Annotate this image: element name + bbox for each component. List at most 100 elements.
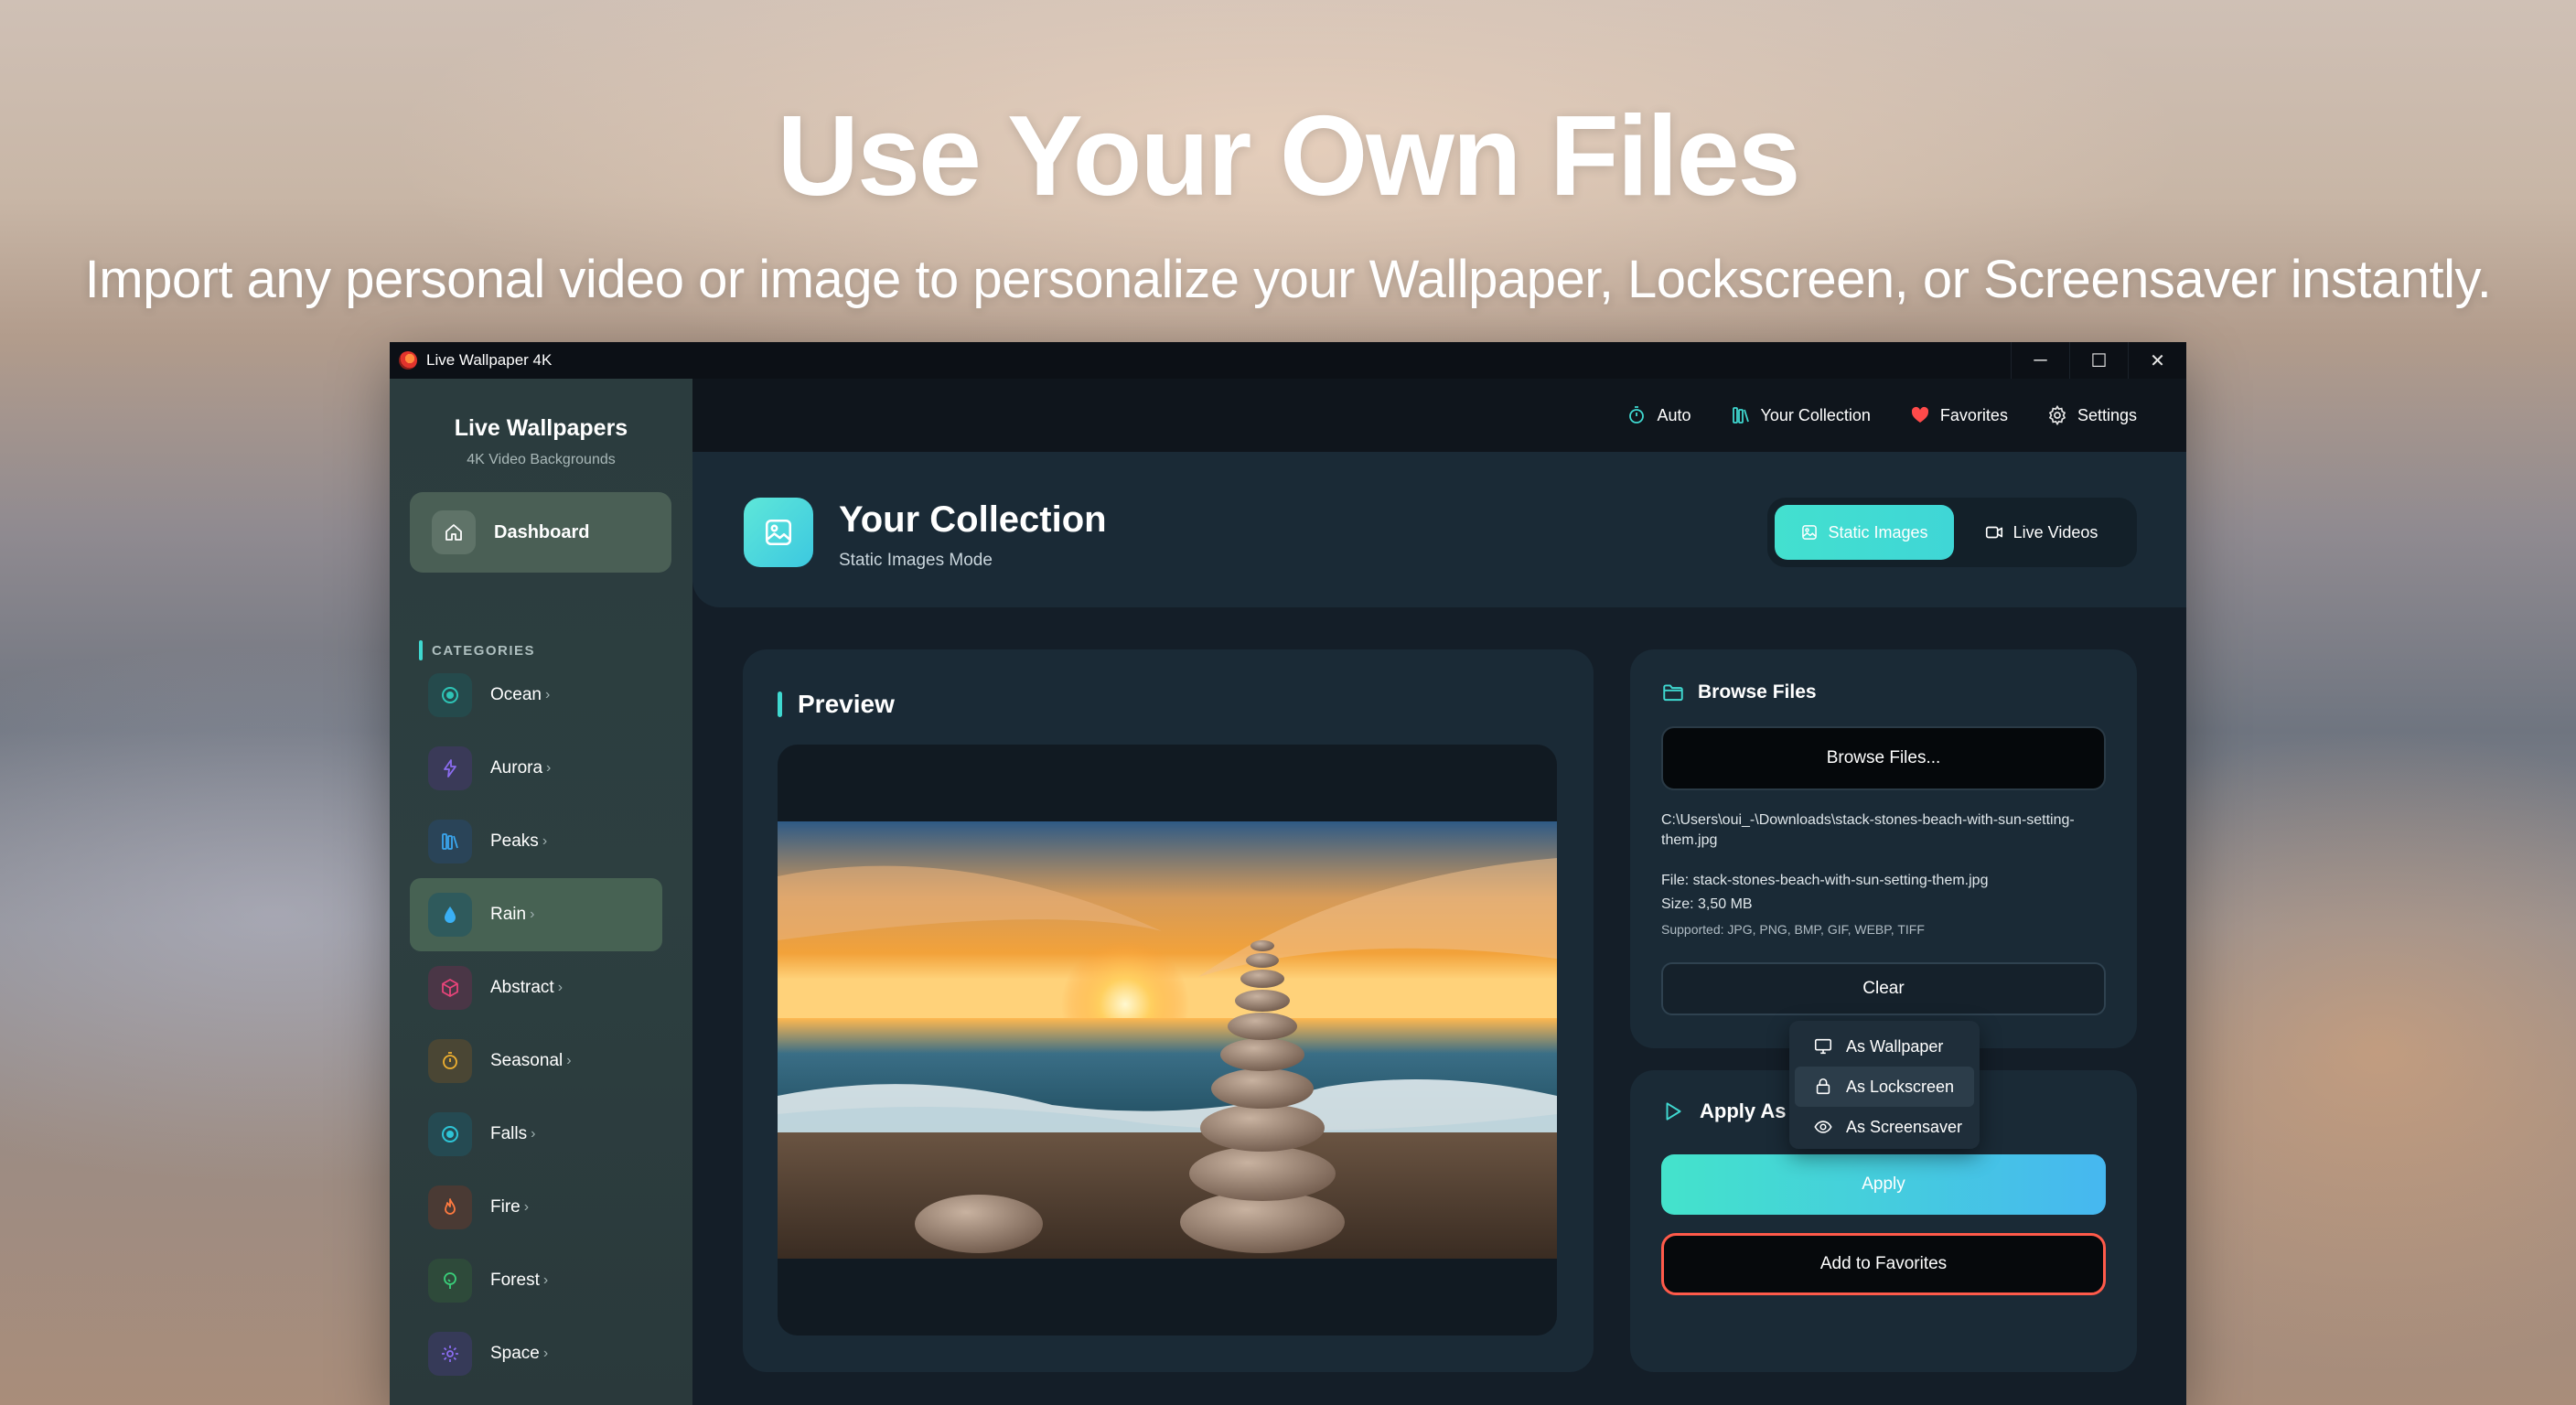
apply-button[interactable]: Apply xyxy=(1661,1154,2106,1215)
sidebar-item-ocean[interactable]: Ocean › xyxy=(410,659,662,732)
chevron-right-icon: › xyxy=(523,1199,530,1215)
file-size: Size: 3,50 MB xyxy=(1661,896,1753,912)
clear-button[interactable]: Clear xyxy=(1661,962,2106,1015)
tab-live-videos-label: Live Videos xyxy=(2012,522,2098,542)
sidebar-item-label: Fire xyxy=(490,1197,521,1217)
sidebar-item-label: Rain xyxy=(490,905,527,924)
eye-icon xyxy=(1814,1121,1832,1133)
sidebar-item-aurora[interactable]: Aurora › xyxy=(410,732,662,805)
tab-live-videos[interactable]: Live Videos xyxy=(1954,505,2128,560)
sidebar-item-label: Peaks xyxy=(490,831,539,851)
category-list: Ocean › Aurora › Peaks › Rain › Abstract… xyxy=(410,659,662,1390)
sidebar-item-forest[interactable]: Forest › xyxy=(410,1244,662,1317)
chevron-right-icon: › xyxy=(546,760,552,776)
hero-subtitle: Import any personal video or image to pe… xyxy=(84,250,2492,309)
preview-accent-bar xyxy=(778,692,782,717)
categories-heading: CATEGORIES xyxy=(419,640,535,660)
heart-icon xyxy=(1911,406,1929,423)
menu-item-as-screensaver[interactable]: As Screensaver xyxy=(1795,1107,1974,1147)
top-nav: Auto Your Collection Favorites Settings xyxy=(692,379,2186,452)
sidebar-item-label: Falls xyxy=(490,1124,528,1143)
brand-subtitle: 4K Video Backgrounds xyxy=(467,452,616,467)
heading-accent-bar xyxy=(419,640,423,660)
minimize-button[interactable]: ─ xyxy=(2011,342,2069,379)
bolt-icon xyxy=(428,746,472,790)
sidebar-item-label: Abstract xyxy=(490,978,554,997)
nav-settings[interactable]: Settings xyxy=(2046,404,2137,426)
nav-favorites[interactable]: Favorites xyxy=(1909,404,2008,426)
bars-icon xyxy=(428,820,472,863)
nav-settings-label: Settings xyxy=(2077,405,2137,424)
nav-auto-label: Auto xyxy=(1657,405,1691,424)
nav-your-collection-label: Your Collection xyxy=(1760,405,1871,424)
sidebar-item-label: Forest xyxy=(490,1271,540,1290)
timer-icon xyxy=(1629,406,1645,424)
window-title: Live Wallpaper 4K xyxy=(426,351,553,369)
tab-static-images[interactable]: Static Images xyxy=(1775,505,1954,560)
image-icon xyxy=(1802,525,1818,540)
menu-item-label: As Lockscreen xyxy=(1846,1077,1955,1096)
close-button[interactable]: ✕ xyxy=(2128,342,2186,379)
sidebar-item-falls[interactable]: Falls › xyxy=(410,1098,662,1171)
tab-static-images-label: Static Images xyxy=(1828,522,1928,542)
menu-item-as-wallpaper[interactable]: As Wallpaper xyxy=(1795,1026,1974,1067)
flame-icon xyxy=(428,1185,472,1229)
sparkle-icon xyxy=(428,1332,472,1376)
app-window: Live Wallpaper 4K ─ ☐ ✕ Live Wallpapers … xyxy=(390,342,2186,1405)
nav-your-collection[interactable]: Your Collection xyxy=(1730,404,1871,426)
window-controls: ─ ☐ ✕ xyxy=(2011,342,2186,379)
categories-heading-text: CATEGORIES xyxy=(432,642,536,659)
dashboard-button[interactable]: Dashboard xyxy=(410,492,671,573)
nav-favorites-label: Favorites xyxy=(1939,405,2008,424)
sidebar-item-seasonal[interactable]: Seasonal › xyxy=(410,1024,662,1098)
app-logo-icon xyxy=(399,351,417,370)
apply-heading-text: Apply As xyxy=(1700,1099,1787,1122)
sidebar-item-label: Seasonal xyxy=(490,1051,564,1070)
sidebar-item-rain[interactable]: Rain › xyxy=(410,878,662,951)
folder-icon xyxy=(1663,684,1683,702)
page-subtitle: Static Images Mode xyxy=(839,551,993,570)
preview-image xyxy=(778,821,1557,1259)
brand-title: Live Wallpapers xyxy=(454,415,628,441)
hero-title: Use Your Own Files xyxy=(777,93,1800,220)
dashboard-label: Dashboard xyxy=(494,521,590,542)
maximize-button[interactable]: ☐ xyxy=(2069,342,2128,379)
browse-panel: Browse Files Browse Files... C:\Users\ou… xyxy=(1630,649,2137,1048)
sidebar-item-label: Ocean xyxy=(490,685,542,704)
menu-item-label: As Wallpaper xyxy=(1846,1036,1944,1056)
chevron-right-icon: › xyxy=(542,1346,549,1361)
sidebar-item-space[interactable]: Space › xyxy=(410,1317,662,1390)
nav-auto[interactable]: Auto xyxy=(1626,404,1691,426)
file-name: File: stack-stones-beach-with-sun-settin… xyxy=(1661,873,1989,888)
add-to-favorites-button[interactable]: Add to Favorites xyxy=(1661,1233,2106,1295)
chevron-right-icon: › xyxy=(566,1053,572,1068)
menu-item-label: As Screensaver xyxy=(1846,1117,1963,1136)
apply-as-dropdown: As Wallpaper As Lockscreen As Screensave… xyxy=(1789,1021,1980,1149)
timer-icon xyxy=(428,1039,472,1083)
chevron-right-icon: › xyxy=(531,1126,536,1142)
gear-icon xyxy=(2048,404,2066,426)
target-icon xyxy=(428,1112,472,1156)
books-icon xyxy=(1732,407,1749,424)
menu-item-as-lockscreen[interactable]: As Lockscreen xyxy=(1795,1067,1974,1107)
browse-files-button[interactable]: Browse Files... xyxy=(1661,726,2106,790)
drop-icon xyxy=(428,893,472,937)
preview-panel: Preview xyxy=(743,649,1594,1372)
chevron-right-icon: › xyxy=(542,1272,549,1288)
cube-icon xyxy=(428,966,472,1010)
sidebar-item-abstract[interactable]: Abstract › xyxy=(410,951,662,1024)
chevron-right-icon: › xyxy=(542,833,548,849)
apply-heading: Apply As xyxy=(1661,1099,1787,1123)
chevron-right-icon: › xyxy=(530,906,535,922)
supported-formats: Supported: JPG, PNG, BMP, GIF, WEBP, TIF… xyxy=(1661,922,1925,937)
chevron-right-icon: › xyxy=(557,980,564,995)
maximize-icon: ☐ xyxy=(2090,350,2108,371)
sidebar-item-label: Space xyxy=(490,1344,540,1363)
monitor-icon xyxy=(1814,1038,1832,1055)
browse-heading: Browse Files xyxy=(1661,681,1817,704)
sidebar-item-fire[interactable]: Fire › xyxy=(410,1171,662,1244)
sidebar-item-peaks[interactable]: Peaks › xyxy=(410,805,662,878)
file-path: C:\Users\oui_-\Downloads\stack-stones-be… xyxy=(1661,812,2075,848)
home-icon xyxy=(432,510,476,554)
preview-title: Preview xyxy=(798,690,895,718)
